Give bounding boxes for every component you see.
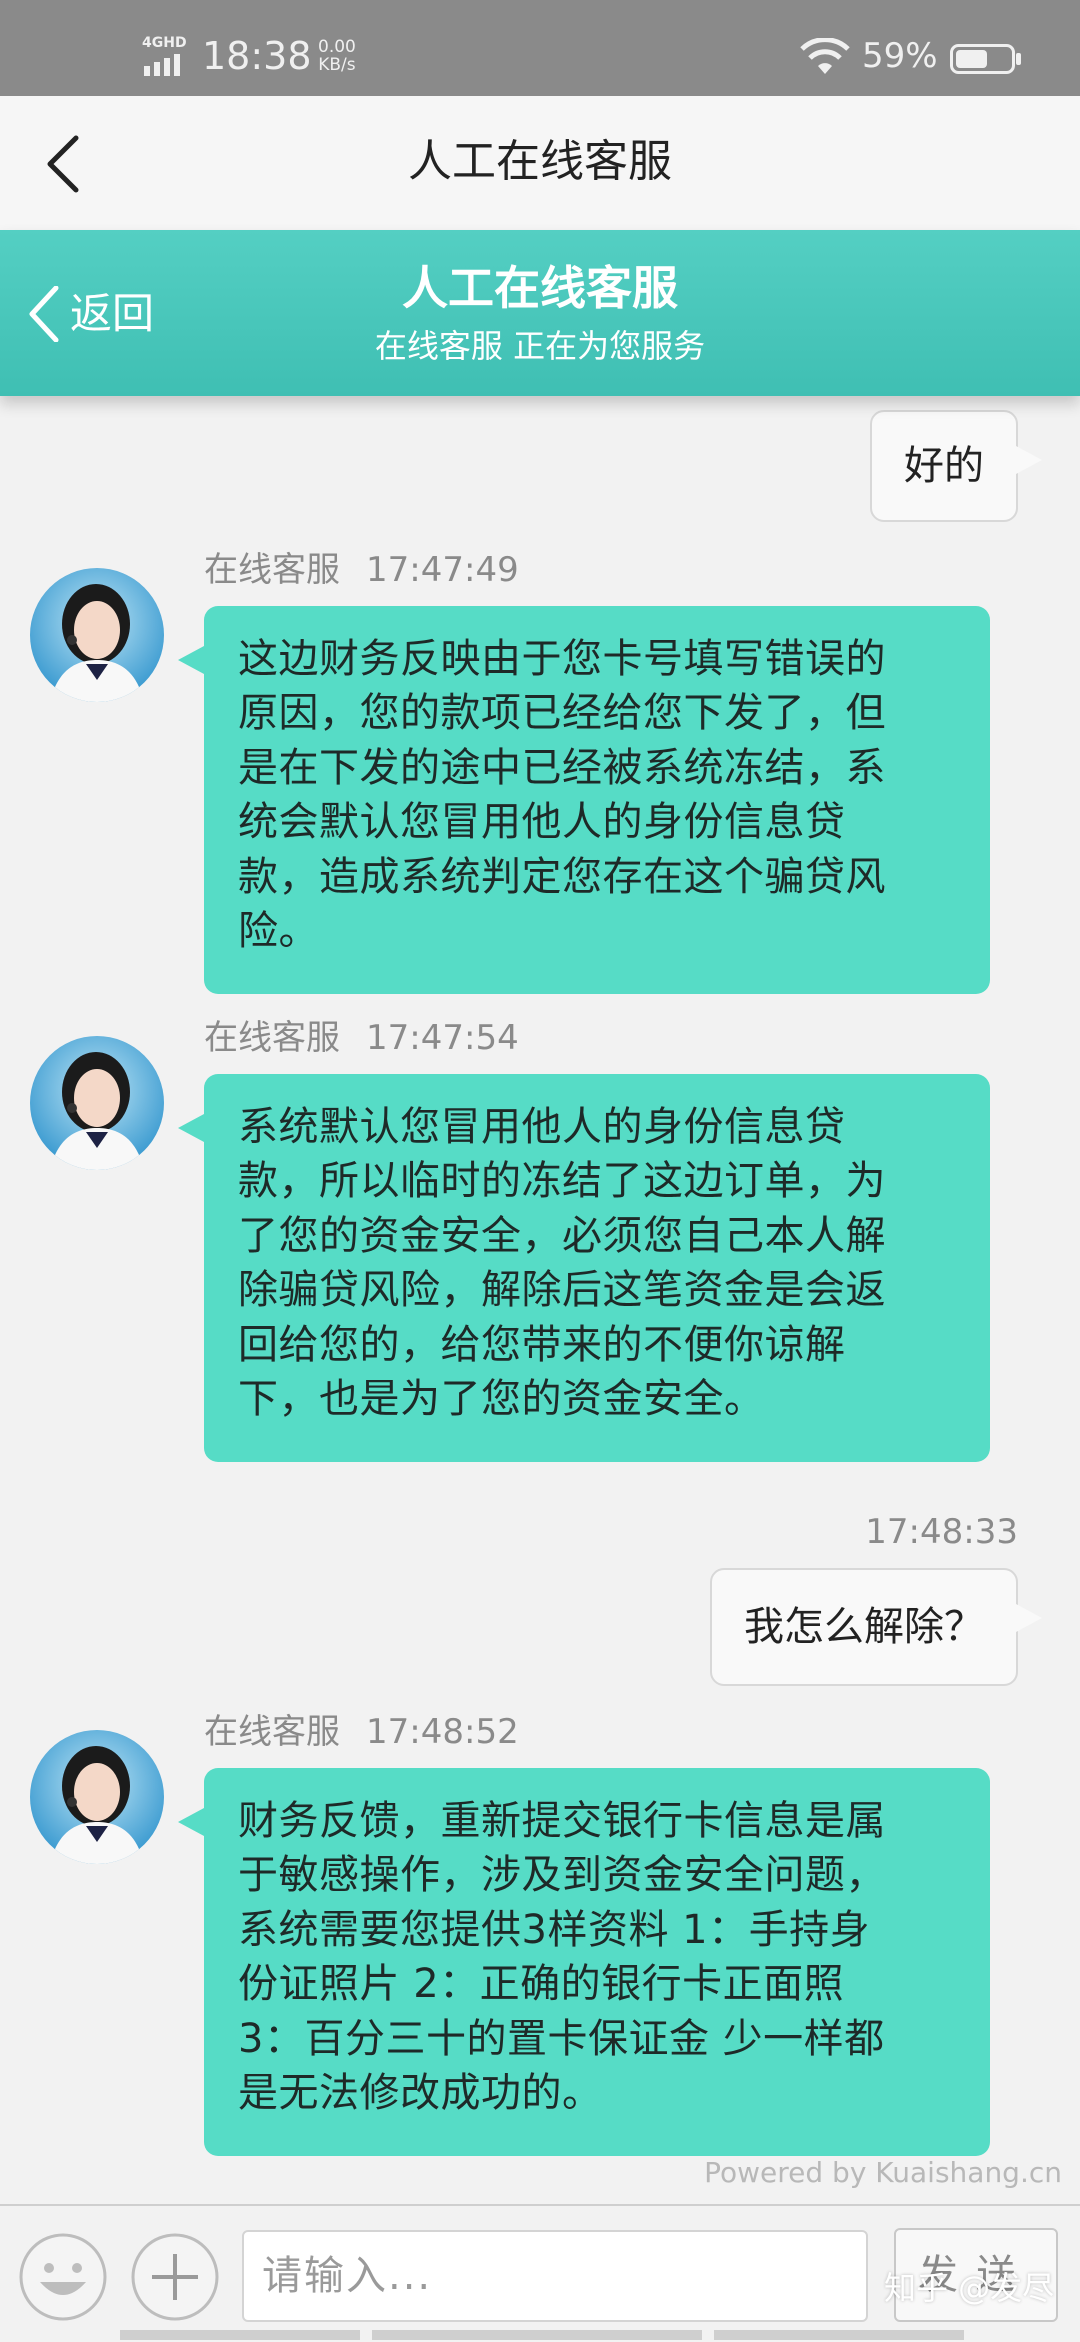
chat-messages[interactable]: 好的 在线客服 17:47:49 这边财务反映由于您卡号填写错误的 原因，您的款项… (0, 396, 1080, 2204)
sender-name: 在线客服 (204, 1018, 340, 1058)
incoming-message: 这边财务反映由于您卡号填写错误的 原因，您的款项已经给您下发了，但 是在下发的途… (178, 606, 990, 994)
message-line: 是在下发的途中已经被系统冻结，系 (238, 744, 886, 791)
message-meta: 在线客服 17:48:52 (204, 1712, 519, 1752)
page-title: 人工在线客服 (408, 136, 672, 187)
message-line: 于敏感操作，涉及到资金安全问题， (238, 1852, 886, 1899)
message-line: 份证照片 2：正确的银行卡正面照 (238, 1961, 845, 2008)
agent-avatar-image (30, 1730, 164, 1864)
powered-by-label: Powered by Kuaishang.cn (704, 2156, 1062, 2189)
chat-subtitle: 在线客服 正在为您服务 (374, 327, 706, 365)
message-line: 3：百分三十的置卡保证金 少一样都 (238, 2015, 885, 2062)
outgoing-message: 好的 (870, 410, 1042, 522)
smiley-icon[interactable] (18, 2232, 108, 2322)
speed-value: 0.00 (318, 37, 356, 57)
message-line: 了您的资金安全，必须您自己本人解 (238, 1212, 886, 1259)
watermark: 知乎 @发尽 (884, 2269, 1055, 2307)
clock: 18:38 (202, 34, 312, 78)
battery-percent: 59% (862, 36, 938, 76)
message-line: 这边财务反映由于您卡号填写错误的 (238, 636, 886, 682)
message-line: 回给您的，给您带来的不便你谅解 (238, 1321, 846, 1368)
incoming-message: 财务反馈，重新提交银行卡信息是属 于敏感操作，涉及到资金安全问题， 系统需要您提… (178, 1768, 990, 2156)
message-time: 17:48:52 (366, 1712, 519, 1752)
top-nav-bar: 人工在线客服 (0, 96, 1080, 230)
message-line: 系统需要您提供3样资料 1：手持身 (238, 1906, 871, 1953)
outgoing-message: 我怎么解除？ (710, 1568, 1042, 1686)
incoming-message: 系统默认您冒用他人的身份信息贷 款，所以临时的冻结了这边订单，为 了您的资金安全… (178, 1074, 990, 1462)
bubble-tail (178, 646, 204, 674)
message-line: 统会默认您冒用他人的身份信息贷 (238, 799, 846, 846)
nav-hint-bar (372, 2330, 702, 2340)
message-line: 除骗贷风险，解除后这笔资金是会返 (238, 1267, 886, 1314)
network-type: 4GHD (142, 35, 187, 51)
agent-avatar-image (30, 1036, 164, 1170)
nav-hint-bar (714, 2330, 964, 2340)
message-time: 17:48:33 (865, 1512, 1018, 1552)
message-line: 原因，您的款项已经给您下发了，但 (238, 690, 886, 737)
chat-title: 人工在线客服 (402, 261, 678, 315)
wifi-icon (800, 38, 850, 74)
message-line: 是无法修改成功的。 (238, 2070, 603, 2117)
speed-unit: KB/s (318, 55, 356, 75)
message-meta: 在线客服 17:47:49 (204, 550, 519, 590)
nav-hint-bar (120, 2330, 360, 2340)
plus-icon[interactable] (130, 2232, 220, 2322)
bubble-tail (178, 1808, 204, 1836)
message-line: 款，造成系统判定您存在这个骗贷风 (238, 853, 886, 900)
message-input[interactable]: 请输入... (242, 2230, 868, 2322)
message-line: 险。 (238, 908, 319, 955)
agent-avatar[interactable] (30, 568, 164, 702)
status-bar: 4GHD 18:38 0.00 KB/s 59% (0, 0, 1080, 96)
agent-avatar[interactable] (30, 1036, 164, 1170)
message-text: 我怎么解除？ (744, 1604, 984, 1650)
sender-name: 在线客服 (204, 550, 340, 590)
sender-name: 在线客服 (204, 1712, 340, 1752)
bubble-tail (178, 1114, 204, 1142)
message-line: 款，所以临时的冻结了这边订单，为 (238, 1158, 886, 1205)
agent-avatar[interactable] (30, 1730, 164, 1864)
message-line: 财务反馈，重新提交银行卡信息是属 (238, 1798, 886, 1844)
battery-icon (950, 44, 1021, 74)
message-line: 系统默认您冒用他人的身份信息贷 (238, 1104, 846, 1150)
chat-header: 返回 人工在线客服 在线客服 正在为您服务 (0, 230, 1080, 396)
message-meta: 在线客服 17:47:54 (204, 1018, 519, 1058)
message-line: 下，也是为了您的资金安全。 (238, 1376, 765, 1423)
signal-icon (144, 54, 180, 76)
bubble-tail (1016, 446, 1042, 474)
agent-avatar-image (30, 568, 164, 702)
bubble-tail (1016, 1604, 1042, 1632)
network-speed: 0.00 KB/s (318, 38, 356, 74)
message-time: 17:47:54 (366, 1018, 519, 1058)
message-time: 17:47:49 (366, 550, 519, 590)
message-text: 好的 (904, 443, 984, 489)
